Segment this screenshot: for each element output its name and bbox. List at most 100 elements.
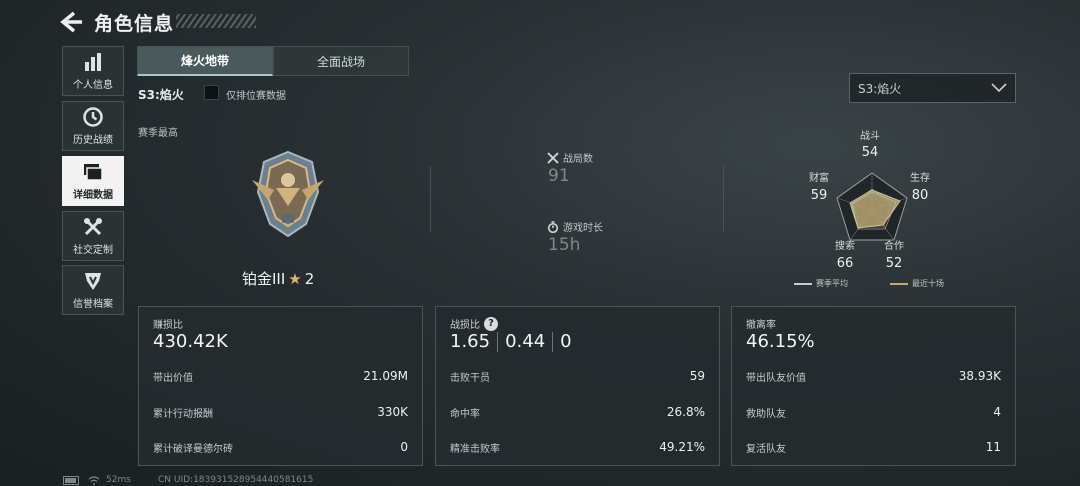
playtime-header: 游戏时长 (547, 219, 603, 234)
rank-title: 铂金III (242, 270, 286, 288)
sidebar-item-personal-info[interactable]: 个人信息 (62, 46, 124, 96)
stat-key: 带出价值 (153, 372, 193, 384)
wifi-icon (88, 476, 100, 485)
cards-icon (84, 164, 103, 181)
sidebar-item-reputation[interactable]: 信誉档案 (62, 265, 124, 315)
stat-value: 330K (377, 405, 408, 419)
radar-value-survival: 80 (912, 188, 929, 203)
sidebar-item-label: 详细数据 (73, 190, 113, 201)
matches-value: 91 (548, 166, 570, 186)
sidebar-item-social[interactable]: 社交定制 (62, 211, 124, 261)
radar-value-wealth: 59 (811, 188, 828, 203)
stat-key: 累计破译曼德尔砖 (153, 443, 233, 455)
title-decoration (176, 14, 256, 28)
divider (430, 166, 431, 232)
panel-value: 46.15% (746, 331, 815, 352)
stat-key: 带出队友价值 (746, 372, 806, 384)
radar-value-search: 66 (837, 256, 854, 271)
stopwatch-icon (547, 220, 559, 233)
shield-icon (85, 273, 101, 290)
matches-header: 战局数 (547, 150, 593, 165)
help-icon[interactable]: ? (484, 316, 498, 331)
ranked-only-label: 仅排位赛数据 (226, 91, 286, 102)
crossed-swords-icon (547, 151, 559, 164)
combat-panel: 战损比 ? 1.65 0.44 0 击败干员 59 命中率 26.8% 精准击败率 4… (435, 306, 720, 466)
stat-row: 累计破译曼德尔砖 0 (153, 437, 408, 457)
stat-key: 救助队友 (746, 408, 786, 420)
battery-icon (63, 476, 79, 485)
sidebar-item-history[interactable]: 历史战绩 (62, 101, 124, 151)
season-label: S3:焰火 (138, 88, 184, 102)
stat-row: 累计行动报酬 330K (153, 402, 408, 422)
stat-key: 精准击败率 (450, 443, 500, 455)
tools-icon (84, 218, 102, 236)
ability-radar-chart: 战斗 54 生存 80 合作 52 搜索 66 财富 59 (809, 130, 930, 271)
legend-swatch (794, 282, 812, 285)
radar-label-survival: 生存 (910, 171, 930, 184)
stat-key: 累计行动报酬 (153, 408, 213, 420)
stat-value: 49.21% (659, 440, 705, 454)
playtime-label: 游戏时长 (563, 223, 603, 234)
stat-key: 复活队友 (746, 443, 786, 455)
radar-label-cooperation: 合作 (884, 239, 904, 252)
stat-value: 59 (689, 369, 705, 383)
panel-title: 撤离率 (746, 320, 776, 331)
back-arrow-icon[interactable] (58, 10, 84, 34)
divider (552, 331, 554, 352)
stat-key: 命中率 (450, 408, 480, 420)
panel-values: 1.65 0.44 0 (450, 331, 572, 352)
uid-text: CN UID:183931528954440581615 (158, 475, 314, 485)
kd-value: 0.44 (505, 331, 546, 352)
legend-season-avg: 赛季平均 (794, 278, 848, 289)
legend-swatch (890, 282, 908, 285)
season-select[interactable]: S3:焰火 (849, 73, 1016, 103)
profit-panel: 赚损比 430.42K 带出价值 21.09M 累计行动报酬 330K 累计破译曼德… (138, 306, 423, 466)
radar-label-combat: 战斗 (860, 130, 880, 142)
kd-value: 0 (560, 331, 572, 352)
stat-row: 精准击败率 49.21% (450, 437, 705, 457)
stat-value: 21.09M (363, 369, 408, 383)
radar-label-search: 搜索 (835, 239, 855, 252)
ranked-only-checkbox[interactable] (204, 85, 219, 100)
stat-key: 击败干员 (450, 372, 490, 384)
panel-value: 430.42K (153, 331, 228, 352)
legend-label: 赛季平均 (816, 279, 848, 288)
divider (497, 331, 499, 352)
panel-header: 战损比 ? (450, 316, 498, 331)
rank-name: 铂金III ★ 2 (242, 268, 314, 289)
playtime-value: 15h (548, 235, 581, 255)
ping-text: 52ms (106, 475, 131, 485)
radar-value-cooperation: 52 (886, 256, 903, 271)
panel-title: 赚损比 (153, 320, 183, 331)
stat-value: 11 (985, 440, 1001, 454)
sidebar-item-label: 历史战绩 (73, 135, 113, 146)
stat-value: 38.93K (958, 369, 1001, 383)
stat-row: 救助队友 4 (746, 402, 1001, 422)
clock-icon (83, 107, 103, 127)
rank-stars: 2 (304, 269, 315, 288)
stat-row: 复活队友 11 (746, 437, 1001, 457)
sidebar-item-detailed-data[interactable]: 详细数据 (62, 156, 124, 206)
matches-label: 战局数 (563, 154, 593, 165)
season-select-value: S3:焰火 (858, 81, 902, 96)
tab-hazard-zone[interactable]: 烽火地带 (137, 46, 273, 76)
platinum-eagle-badge-icon (252, 150, 324, 238)
star-icon: ★ (288, 269, 302, 288)
kd-value: 1.65 (450, 331, 491, 352)
bar-chart-icon (85, 53, 101, 71)
chevron-down-icon (991, 83, 1007, 93)
stat-row: 击败干员 59 (450, 366, 705, 386)
legend-label: 最近十场 (912, 279, 944, 288)
tab-total-battlefield[interactable]: 全面战场 (273, 46, 409, 76)
sidebar-item-label: 信誉档案 (73, 299, 113, 310)
legend-recent: 最近十场 (890, 278, 944, 289)
stat-value: 26.8% (666, 405, 705, 419)
divider (723, 166, 724, 232)
sidebar-item-label: 个人信息 (73, 80, 113, 91)
stat-row: 带出队友价值 38.93K (746, 366, 1001, 386)
radar-label-wealth: 财富 (809, 171, 829, 184)
sidebar-item-label: 社交定制 (73, 245, 113, 256)
radar-value-combat: 54 (862, 145, 879, 160)
stat-row: 带出价值 21.09M (153, 366, 408, 386)
panel-title: 战损比 (450, 320, 480, 331)
